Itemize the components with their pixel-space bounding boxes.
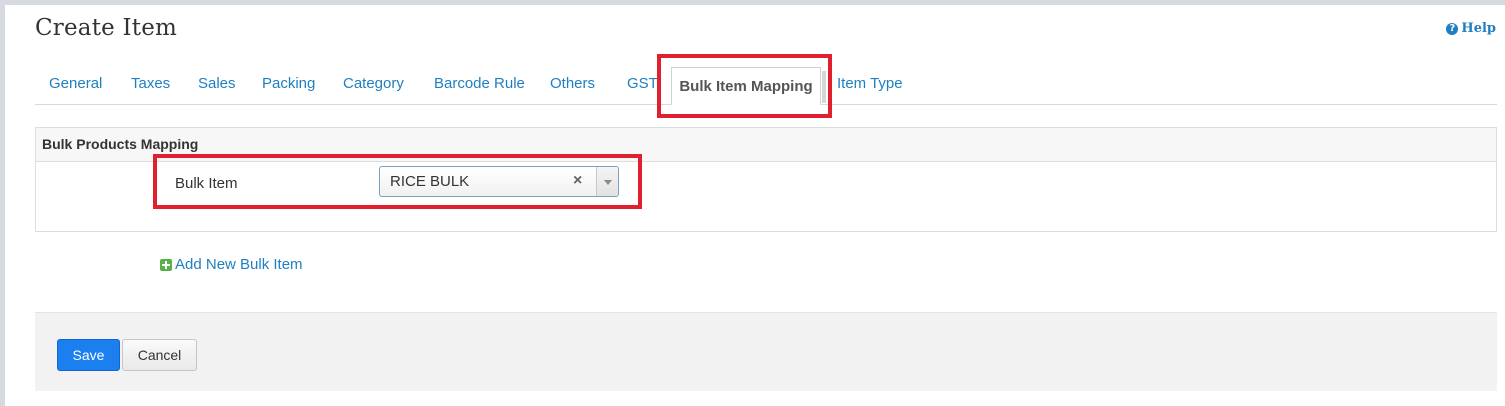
tab-taxes[interactable]: Taxes [131, 64, 170, 104]
help-link[interactable]: ? Help [1446, 21, 1496, 36]
tab-others[interactable]: Others [550, 64, 595, 104]
bulk-item-select[interactable]: RICE BULK × [379, 166, 619, 197]
tab-gst[interactable]: GST [627, 64, 658, 104]
cancel-button[interactable]: Cancel [122, 339, 197, 371]
add-new-bulk-item-link[interactable]: Add New Bulk Item [160, 256, 303, 273]
tab-general[interactable]: General [49, 64, 102, 104]
chevron-down-icon[interactable] [596, 167, 618, 196]
bulk-products-mapping-panel: Bulk Products Mapping [35, 127, 1497, 232]
add-new-bulk-item-label: Add New Bulk Item [175, 256, 303, 273]
save-button[interactable]: Save [57, 339, 120, 371]
tab-item-type[interactable]: Item Type [837, 64, 903, 104]
tab-packing[interactable]: Packing [262, 64, 315, 104]
question-circle-icon: ? [1446, 22, 1459, 35]
tab-sales[interactable]: Sales [198, 64, 236, 104]
tab-bar: General Taxes Sales Packing Category Bar… [35, 64, 1497, 105]
bulk-item-label: Bulk Item [175, 175, 238, 192]
create-item-page: Create Item ? Help General Taxes Sales P… [5, 5, 1505, 406]
tab-barcode-rule[interactable]: Barcode Rule [434, 64, 525, 104]
plus-square-icon [160, 258, 172, 271]
help-label: Help [1461, 21, 1496, 36]
form-actions-bar: Save Cancel [35, 312, 1497, 391]
panel-header: Bulk Products Mapping [36, 128, 1496, 162]
clear-icon[interactable]: × [573, 172, 582, 190]
bulk-item-selected-value: RICE BULK [390, 173, 470, 190]
page-title: Create Item [35, 15, 178, 41]
tab-category[interactable]: Category [343, 64, 404, 104]
tab-bulk-item-mapping[interactable]: Bulk Item Mapping [671, 67, 826, 105]
